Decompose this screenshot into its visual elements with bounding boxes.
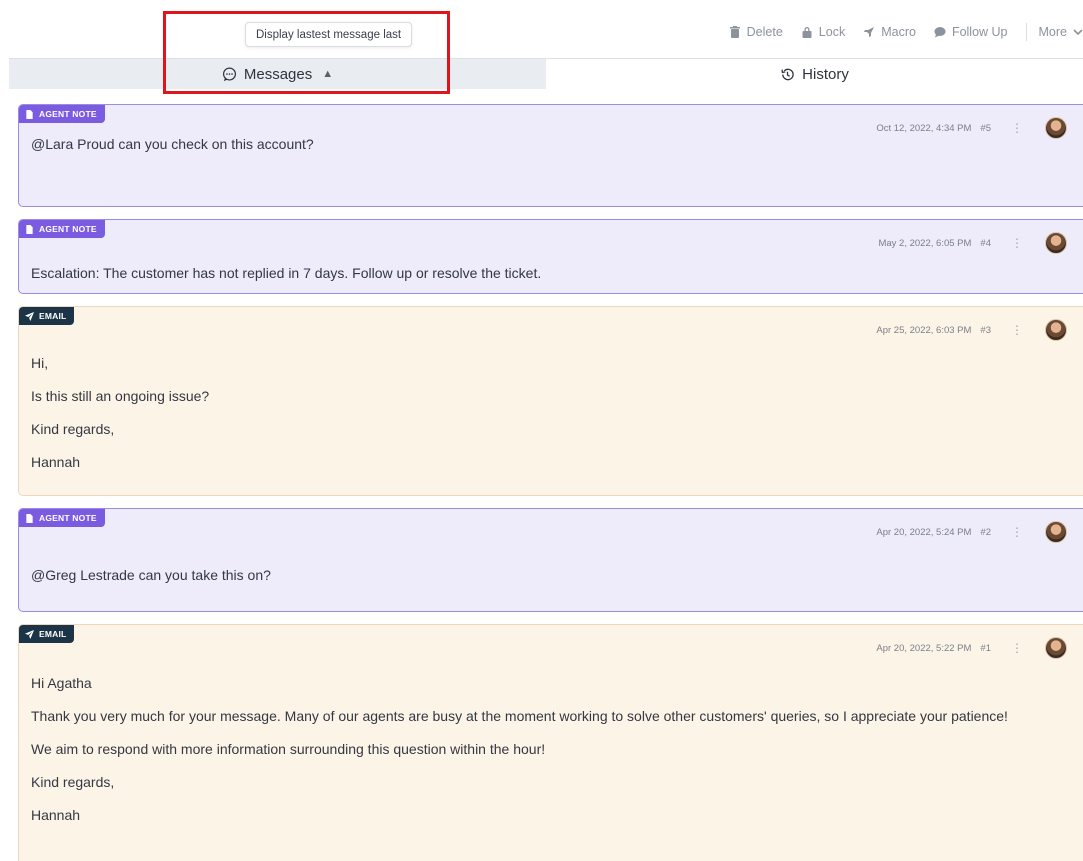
chevron-down-icon — [1073, 29, 1083, 36]
more-label: More — [1038, 25, 1067, 39]
tab-history[interactable]: History — [546, 59, 1083, 89]
avatar — [1045, 232, 1067, 254]
ticket-toolbar: Delete Lock Macro Follow Up More — [0, 0, 1083, 58]
kebab-menu-icon[interactable]: ⋮ — [1011, 236, 1023, 250]
message-date: Apr 20, 2022, 5:22 PM — [876, 642, 972, 654]
message-body: Escalation: The customer has not replied… — [31, 265, 542, 281]
document-icon — [26, 109, 33, 119]
message-body: Hi Agatha Thank you very much for your m… — [31, 675, 1008, 823]
email-badge: EMAIL — [19, 625, 75, 643]
macro-label: Macro — [881, 25, 916, 39]
tab-messages[interactable]: Messages ▲︎ — [9, 59, 546, 89]
chat-bubble-icon — [222, 67, 236, 81]
message-date: Apr 20, 2022, 5:24 PM — [876, 526, 972, 538]
delete-button[interactable]: Delete — [729, 25, 783, 39]
message-number: #5 — [980, 122, 991, 134]
more-menu-button[interactable]: More — [1025, 23, 1083, 41]
message-card: AGENT NOTE Apr 20, 2022, 5:24 PM #2 ⋮ @G… — [18, 508, 1083, 612]
message-card: EMAIL Apr 25, 2022, 6:03 PM #3 ⋮ Hi, Is … — [18, 306, 1083, 496]
avatar — [1045, 117, 1067, 139]
follow-up-label: Follow Up — [951, 25, 1008, 39]
chat-bubble-icon — [934, 27, 946, 38]
message-card: EMAIL Apr 20, 2022, 5:22 PM #1 ⋮ Hi Agat… — [18, 624, 1083, 861]
delete-label: Delete — [746, 25, 783, 39]
message-meta: Apr 20, 2022, 5:22 PM #1 ⋮ — [876, 637, 1067, 659]
agent-note-badge: AGENT NOTE — [19, 220, 105, 238]
sort-order-tooltip: Display lastest message last — [245, 22, 413, 47]
agent-note-badge: AGENT NOTE — [19, 509, 105, 527]
message-meta: May 2, 2022, 6:05 PM #4 ⋮ — [878, 232, 1067, 254]
message-meta: Apr 20, 2022, 5:24 PM #2 ⋮ — [876, 521, 1067, 543]
message-number: #3 — [980, 324, 991, 336]
agent-note-badge: AGENT NOTE — [19, 105, 105, 123]
rocket-icon — [864, 27, 875, 37]
email-badge: EMAIL — [19, 307, 75, 325]
message-number: #4 — [980, 237, 991, 249]
action-bar: Delete Lock Macro Follow Up More — [729, 23, 1083, 41]
message-card: AGENT NOTE May 2, 2022, 6:05 PM #4 ⋮ Esc… — [18, 219, 1083, 294]
document-icon — [26, 513, 33, 523]
send-icon — [25, 629, 34, 639]
conversation-tabs: Messages ▲︎ History — [9, 58, 1083, 89]
tab-messages-label: Messages — [243, 65, 313, 83]
lock-icon — [802, 27, 812, 38]
lock-button[interactable]: Lock — [801, 25, 845, 39]
avatar — [1045, 637, 1067, 659]
avatar — [1045, 521, 1067, 543]
message-meta: Apr 25, 2022, 6:03 PM #3 ⋮ — [876, 319, 1067, 341]
message-body: @Lara Proud can you check on this accoun… — [31, 136, 314, 152]
lock-label: Lock — [818, 25, 846, 39]
message-body: Hi, Is this still an ongoing issue? Kind… — [31, 355, 210, 470]
follow-up-button[interactable]: Follow Up — [934, 25, 1008, 39]
message-date: Apr 25, 2022, 6:03 PM — [876, 324, 972, 336]
macro-button[interactable]: Macro — [863, 25, 916, 39]
message-date: Oct 12, 2022, 4:34 PM — [876, 122, 972, 134]
kebab-menu-icon[interactable]: ⋮ — [1011, 641, 1023, 655]
avatar — [1045, 319, 1067, 341]
message-meta: Oct 12, 2022, 4:34 PM #5 ⋮ — [876, 117, 1067, 139]
message-date: May 2, 2022, 6:05 PM — [878, 237, 972, 249]
document-icon — [26, 224, 33, 234]
message-number: #1 — [980, 642, 991, 654]
kebab-menu-icon[interactable]: ⋮ — [1011, 525, 1023, 539]
sort-icon[interactable]: ▲︎ — [322, 68, 333, 80]
kebab-menu-icon[interactable]: ⋮ — [1011, 323, 1023, 337]
trash-icon — [729, 26, 740, 38]
history-icon — [781, 68, 794, 80]
send-icon — [25, 311, 34, 321]
kebab-menu-icon[interactable]: ⋮ — [1011, 121, 1023, 135]
message-body: @Greg Lestrade can you take this on? — [31, 567, 271, 583]
message-number: #2 — [980, 526, 991, 538]
tab-history-label: History — [802, 65, 849, 83]
message-card: AGENT NOTE Oct 12, 2022, 4:34 PM #5 ⋮ @L… — [18, 104, 1083, 207]
